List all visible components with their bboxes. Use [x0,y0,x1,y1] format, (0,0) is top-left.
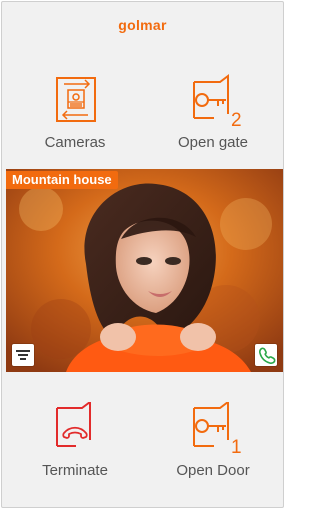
video-feed[interactable]: Mountain house [6,169,283,372]
filter-menu-icon [16,350,30,360]
location-title: Mountain house [6,171,118,189]
camera-switch-icon [42,74,108,132]
call-button[interactable] [255,344,277,366]
golmar-logo: golmar [118,17,167,33]
terminate-label: Terminate [42,462,108,479]
open-door-label: Open Door [176,462,250,479]
open-door-button[interactable]: 1 Open Door [153,400,273,492]
gate-number: 2 [231,110,242,131]
video-image [6,169,283,372]
open-gate-label: Open gate [177,134,249,151]
terminate-button[interactable]: Terminate [15,400,135,492]
cameras-button[interactable]: Cameras [15,74,135,164]
hangup-phone-icon [42,400,108,460]
open-gate-button[interactable]: 2 Open gate [153,74,273,164]
app-frame: golmar Cameras 2 Open gate Mountain hous… [1,1,284,508]
cameras-label: Cameras [44,134,106,151]
menu-button[interactable] [12,344,34,366]
phone-icon [259,347,276,364]
door-number: 1 [231,437,242,458]
